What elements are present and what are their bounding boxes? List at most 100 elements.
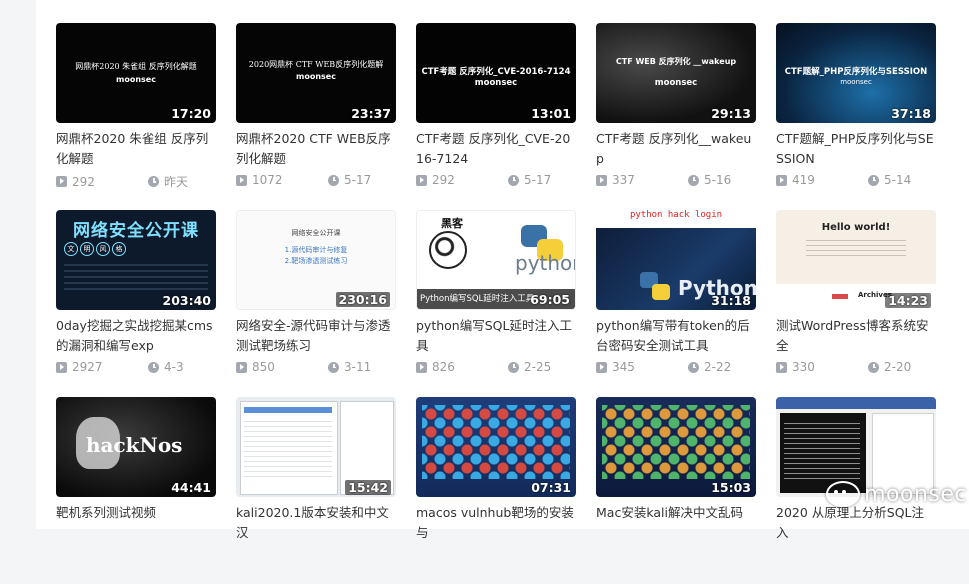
publish-date: 5-17 bbox=[344, 173, 372, 187]
video-thumbnail[interactable]: python hack login Python 31:18 bbox=[596, 210, 756, 310]
thumb-caption: 网络安全公开课 bbox=[291, 229, 341, 237]
view-count: 345 bbox=[612, 360, 635, 374]
video-title[interactable]: Mac安装kali解决中文乱码 bbox=[596, 503, 756, 543]
thumb-caption: CTF WEB 反序列化 __wakeup bbox=[615, 57, 737, 66]
publish-date: 5-17 bbox=[524, 173, 552, 187]
thumb-caption: Hello world! bbox=[821, 222, 891, 233]
app-icons-grid bbox=[602, 405, 750, 479]
video-card[interactable]: hackNos 44:41 靶机系列测试视频 bbox=[56, 397, 216, 584]
video-thumbnail[interactable]: 15:03 bbox=[596, 397, 756, 497]
meme-face-image bbox=[429, 231, 467, 269]
clock-icon bbox=[148, 176, 159, 187]
video-meta: 330 2-20 bbox=[776, 360, 936, 374]
video-title[interactable]: 0day挖掘之实战挖掘某cms的漏洞和编写exp bbox=[56, 316, 216, 356]
video-title[interactable]: kali2020.1版本安装和中文汉 bbox=[236, 503, 396, 543]
video-thumbnail[interactable]: hackNos 44:41 bbox=[56, 397, 216, 497]
video-card[interactable]: 2020网鼎杯 CTF WEB反序列化题解 moonsec 23:37 网鼎杯2… bbox=[236, 23, 396, 210]
play-count-icon bbox=[776, 174, 787, 186]
thumb-caption: python hack login bbox=[629, 210, 723, 220]
video-title[interactable]: 网鼎杯2020 CTF WEB反序列化解题 bbox=[236, 129, 396, 169]
video-card[interactable]: CTF考题 反序列化_CVE-2016-7124 moonsec 13:01 C… bbox=[416, 23, 576, 210]
video-title[interactable]: python编写带有token的后台密码安全测试工具 bbox=[596, 316, 756, 356]
video-card[interactable]: 网鼎杯2020 朱雀组 反序列化解题 moonsec 17:20 网鼎杯2020… bbox=[56, 23, 216, 210]
play-count-icon bbox=[236, 174, 247, 186]
play-count-icon bbox=[776, 361, 787, 373]
video-title[interactable]: CTF题解_PHP反序列化与SESSION bbox=[776, 129, 936, 169]
video-meta: 337 5-16 bbox=[596, 173, 756, 187]
video-title[interactable]: 2020 从原理上分析SQL注入 bbox=[776, 503, 936, 543]
python-wordmark: python bbox=[515, 251, 575, 275]
duration-label: 44:41 bbox=[171, 480, 211, 495]
view-count: 1072 bbox=[252, 173, 283, 187]
video-meta: 1072 5-17 bbox=[236, 173, 396, 187]
video-card[interactable]: CTF WEB 反序列化 __wakeup moonsec 29:13 CTF考… bbox=[596, 23, 756, 210]
video-title[interactable]: CTF考题 反序列化__wakeup bbox=[596, 129, 756, 169]
thumb-caption: CTF考题 反序列化_CVE-2016-7124 bbox=[421, 67, 571, 77]
clock-icon bbox=[328, 174, 339, 186]
video-thumbnail[interactable]: 07:31 bbox=[416, 397, 576, 497]
duration-label: 31:18 bbox=[711, 293, 751, 308]
video-card[interactable]: 网络安全公开课 文 明 风 格 203:40 0day挖掘之实战挖掘某cms的漏… bbox=[56, 210, 216, 397]
video-card[interactable]: CTF题解_PHP反序列化与SESSION moonsec 37:18 CTF题… bbox=[776, 23, 936, 210]
thumb-badges: 文 明 风 格 bbox=[64, 242, 126, 256]
video-thumbnail[interactable]: CTF考题 反序列化_CVE-2016-7124 moonsec 13:01 bbox=[416, 23, 576, 123]
clock-icon bbox=[868, 361, 879, 373]
view-count: 337 bbox=[612, 173, 635, 187]
publish-date: 昨天 bbox=[164, 175, 189, 189]
thumb-caption: 1.源代码审计与修复 bbox=[284, 246, 348, 254]
thumb-caption: 2.靶场渗透测试练习 bbox=[284, 257, 348, 265]
thumb-text-lines bbox=[64, 262, 208, 290]
publish-date: 2-25 bbox=[524, 360, 552, 374]
clock-icon bbox=[148, 361, 159, 373]
video-thumbnail[interactable]: 15:42 bbox=[236, 397, 396, 497]
video-title[interactable]: python编写SQL延时注入工具 bbox=[416, 316, 576, 356]
video-thumbnail[interactable]: Hello world! Archives 14:23 bbox=[776, 210, 936, 310]
play-count-icon bbox=[596, 174, 607, 186]
video-title[interactable]: 网络安全-源代码审计与渗透测试靶场练习 bbox=[236, 316, 396, 356]
thumb-caption: 网络安全公开课 bbox=[73, 221, 199, 241]
video-card[interactable]: 15:03 Mac安装kali解决中文乱码 bbox=[596, 397, 756, 584]
video-card[interactable]: 网络安全公开课 1.源代码审计与修复 2.靶场渗透测试练习 230:16 网络安… bbox=[236, 210, 396, 397]
video-meta: 345 2-22 bbox=[596, 360, 756, 374]
video-thumbnail[interactable]: 网络安全公开课 文 明 风 格 203:40 bbox=[56, 210, 216, 310]
duration-label: 203:40 bbox=[162, 293, 212, 308]
thumb-caption: moonsec bbox=[116, 75, 156, 84]
play-count-icon bbox=[416, 174, 427, 186]
thumb-caption: moonsec bbox=[474, 78, 518, 88]
play-count-icon bbox=[56, 361, 67, 373]
publish-date: 3-11 bbox=[344, 360, 372, 374]
thumb-caption: moonsec bbox=[296, 72, 336, 81]
video-card[interactable]: Hello world! Archives 14:23 测试WordPress博… bbox=[776, 210, 936, 397]
play-count-icon bbox=[416, 361, 427, 373]
video-thumbnail[interactable]: 2020网鼎杯 CTF WEB反序列化题解 moonsec 23:37 bbox=[236, 23, 396, 123]
clock-icon bbox=[688, 361, 699, 373]
video-card[interactable]: python hack login Python 31:18 python编写带… bbox=[596, 210, 756, 397]
video-title[interactable]: 测试WordPress博客系统安全 bbox=[776, 316, 936, 356]
view-count: 826 bbox=[432, 360, 455, 374]
thumb-caption: 网鼎杯2020 朱雀组 反序列化解题 bbox=[75, 62, 197, 71]
video-thumbnail[interactable]: 网络安全公开课 1.源代码审计与修复 2.靶场渗透测试练习 230:16 bbox=[236, 210, 396, 310]
video-card[interactable]: 黑客 python Python编写SQL延时注入工具 69:05 python… bbox=[416, 210, 576, 397]
play-count-icon bbox=[596, 361, 607, 373]
thumb-caption: CTF题解_PHP反序列化与SESSION bbox=[784, 67, 928, 77]
duration-label: 23:37 bbox=[351, 106, 391, 121]
video-thumbnail[interactable]: 黑客 python Python编写SQL延时注入工具 69:05 bbox=[416, 210, 576, 310]
app-icons-grid bbox=[422, 405, 570, 479]
video-title[interactable]: 网鼎杯2020 朱雀组 反序列化解题 bbox=[56, 129, 216, 169]
video-thumbnail[interactable]: 网鼎杯2020 朱雀组 反序列化解题 moonsec 17:20 bbox=[56, 23, 216, 123]
video-thumbnail[interactable]: CTF WEB 反序列化 __wakeup moonsec 29:13 bbox=[596, 23, 756, 123]
publish-date: 5-14 bbox=[884, 173, 912, 187]
play-count-icon bbox=[236, 361, 247, 373]
video-meta: 419 5-14 bbox=[776, 173, 936, 187]
video-title[interactable]: 靶机系列测试视频 bbox=[56, 503, 216, 543]
video-title[interactable]: CTF考题 反序列化_CVE-2016-7124 bbox=[416, 129, 576, 169]
video-card[interactable]: 15:42 kali2020.1版本安装和中文汉 bbox=[236, 397, 396, 584]
video-meta: 2927 4-3 bbox=[56, 360, 216, 374]
video-card[interactable]: 07:31 macos vulnhub靶场的安装与 bbox=[416, 397, 576, 584]
duration-label: 230:16 bbox=[335, 292, 390, 307]
view-count: 419 bbox=[792, 173, 815, 187]
clock-icon bbox=[508, 174, 519, 186]
video-title[interactable]: macos vulnhub靶场的安装与 bbox=[416, 503, 576, 543]
video-thumbnail[interactable]: CTF题解_PHP反序列化与SESSION moonsec 37:18 bbox=[776, 23, 936, 123]
duration-label: 37:18 bbox=[891, 106, 931, 121]
